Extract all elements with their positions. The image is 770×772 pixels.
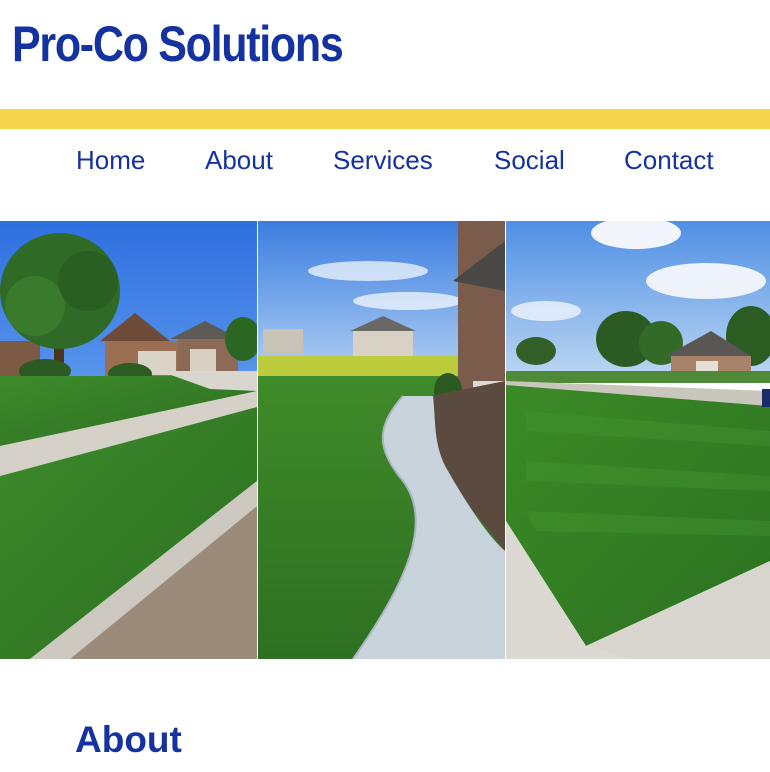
page: Pro-Co Solutions Home About Services Soc… xyxy=(0,0,770,772)
brand-logo-link[interactable]: Pro-Co Solutions xyxy=(12,14,344,74)
accent-bar xyxy=(0,109,770,129)
hero-photo-gallery xyxy=(0,221,770,659)
nav-link-contact[interactable]: Contact xyxy=(624,141,714,179)
main-nav: Home About Services Social Contact xyxy=(0,129,770,191)
nav-link-services[interactable]: Services xyxy=(333,141,433,179)
gallery-photo-sidewalk xyxy=(258,221,505,659)
gallery-photo-wide-lawn xyxy=(506,221,770,659)
about-section-heading: About xyxy=(75,719,182,760)
gallery-photo-lawn-house xyxy=(0,221,257,659)
nav-link-about[interactable]: About xyxy=(205,141,273,179)
site-header: Pro-Co Solutions xyxy=(0,0,770,108)
nav-link-social[interactable]: Social xyxy=(494,141,565,179)
nav-link-home[interactable]: Home xyxy=(76,141,145,179)
